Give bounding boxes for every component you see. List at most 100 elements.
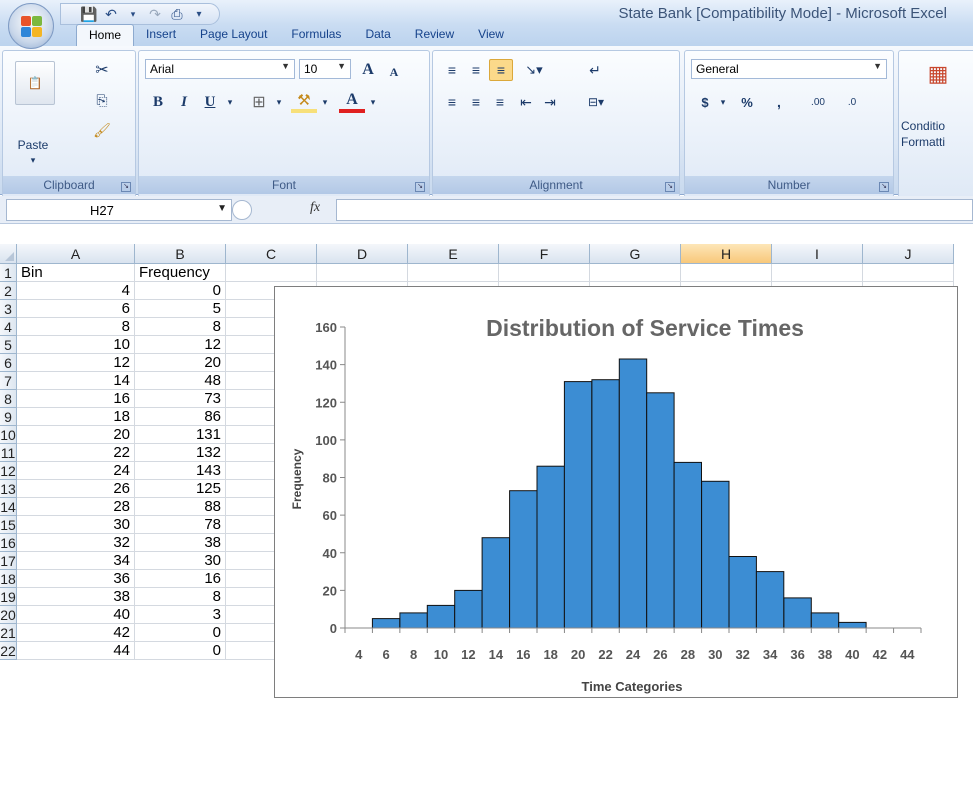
tab-review[interactable]: Review [403,24,466,46]
redo-icon[interactable]: ↷ [147,6,163,22]
tab-data[interactable]: Data [353,24,402,46]
cell-a15[interactable]: 30 [17,516,135,534]
align-center-icon[interactable]: ≡ [465,91,487,113]
column-header-j[interactable]: J [863,244,954,264]
underline-button[interactable]: U [199,91,221,113]
cell-b21[interactable]: 0 [135,624,226,642]
cell-b4[interactable]: 8 [135,318,226,336]
merge-center-icon[interactable]: ⊟▾ [581,91,611,113]
insert-function-icon[interactable]: fx [310,200,320,216]
cell-b14[interactable]: 88 [135,498,226,516]
cell-a13[interactable]: 26 [17,480,135,498]
align-bottom-icon[interactable]: ≡ [489,59,513,81]
row-header[interactable]: 10 [0,426,17,444]
tab-formulas[interactable]: Formulas [279,24,353,46]
borders-icon[interactable]: ⊞ [247,91,271,113]
cell-b11[interactable]: 132 [135,444,226,462]
cell-a1[interactable]: Bin [17,264,135,282]
cell-d1[interactable] [317,264,408,282]
cell-b20[interactable]: 3 [135,606,226,624]
decrease-indent-icon[interactable]: ⇤ [515,91,537,113]
decrease-decimal-button[interactable]: .0 [837,91,867,113]
cell-b3[interactable]: 5 [135,300,226,318]
tab-page-layout[interactable]: Page Layout [188,24,279,46]
cell-e1[interactable] [408,264,499,282]
cell-b7[interactable]: 48 [135,372,226,390]
save-icon[interactable]: 💾 [80,6,97,22]
cell-g1[interactable] [590,264,681,282]
grow-font-button[interactable]: A [357,59,379,81]
row-header[interactable]: 21 [0,624,17,642]
tab-insert[interactable]: Insert [134,24,188,46]
cell-b10[interactable]: 131 [135,426,226,444]
row-header[interactable]: 12 [0,462,17,480]
cut-icon[interactable]: ✂ [91,59,113,81]
row-header[interactable]: 4 [0,318,17,336]
align-top-icon[interactable]: ≡ [441,59,463,81]
cell-f1[interactable] [499,264,590,282]
fill-color-dropdown-icon[interactable]: ▾ [319,91,331,113]
orientation-icon[interactable]: ↘▾ [519,59,549,81]
currency-dropdown-icon[interactable]: ▾ [717,91,729,113]
cell-a19[interactable]: 38 [17,588,135,606]
align-right-icon[interactable]: ≡ [489,91,511,113]
align-left-icon[interactable]: ≡ [441,91,463,113]
cell-a10[interactable]: 20 [17,426,135,444]
cell-b2[interactable]: 0 [135,282,226,300]
row-header[interactable]: 1 [0,264,17,282]
row-header[interactable]: 8 [0,390,17,408]
cell-b12[interactable]: 143 [135,462,226,480]
cell-b9[interactable]: 86 [135,408,226,426]
alignment-launcher-icon[interactable]: ↘ [665,182,675,192]
cell-b17[interactable]: 30 [135,552,226,570]
column-header-e[interactable]: E [408,244,499,264]
row-header[interactable]: 6 [0,354,17,372]
row-header[interactable]: 18 [0,570,17,588]
undo-dropdown-icon[interactable]: ▾ [125,6,141,22]
row-header[interactable]: 20 [0,606,17,624]
font-launcher-icon[interactable]: ↘ [415,182,425,192]
cell-b18[interactable]: 16 [135,570,226,588]
underline-dropdown-icon[interactable]: ▾ [223,91,237,113]
cell-b1[interactable]: Frequency [135,264,226,282]
column-header-g[interactable]: G [590,244,681,264]
font-color-dropdown-icon[interactable]: ▾ [367,91,379,113]
increase-decimal-button[interactable]: .00 [803,91,833,113]
percent-button[interactable]: % [735,91,759,113]
row-header[interactable]: 11 [0,444,17,462]
row-header[interactable]: 16 [0,534,17,552]
cell-b15[interactable]: 78 [135,516,226,534]
format-painter-icon[interactable]: 🖌 [91,119,113,141]
row-header[interactable]: 2 [0,282,17,300]
cell-b19[interactable]: 8 [135,588,226,606]
conditional-formatting-icon[interactable]: ▦ [921,57,955,91]
cell-a3[interactable]: 6 [17,300,135,318]
row-header[interactable]: 13 [0,480,17,498]
row-header[interactable]: 14 [0,498,17,516]
clipboard-launcher-icon[interactable]: ↘ [121,182,131,192]
cell-a17[interactable]: 34 [17,552,135,570]
cell-a20[interactable]: 40 [17,606,135,624]
row-header[interactable]: 7 [0,372,17,390]
cell-b16[interactable]: 38 [135,534,226,552]
cell-i1[interactable] [772,264,863,282]
cell-c1[interactable] [226,264,317,282]
tab-view[interactable]: View [466,24,516,46]
undo-icon[interactable]: ↶ [103,6,119,22]
cell-a22[interactable]: 44 [17,642,135,660]
align-middle-icon[interactable]: ≡ [465,59,487,81]
paste-button[interactable]: Paste [13,137,53,153]
cell-b6[interactable]: 20 [135,354,226,372]
bold-button[interactable]: B [147,91,169,113]
cell-a14[interactable]: 28 [17,498,135,516]
cell-a7[interactable]: 14 [17,372,135,390]
column-header-i[interactable]: I [772,244,863,264]
wrap-text-icon[interactable]: ↵ [583,59,607,81]
office-button[interactable] [8,3,54,49]
cell-a8[interactable]: 16 [17,390,135,408]
cell-a2[interactable]: 4 [17,282,135,300]
font-name-select[interactable]: Arial ▼ [145,59,295,79]
fill-color-icon[interactable]: ⚒ [291,91,317,113]
row-header[interactable]: 15 [0,516,17,534]
font-color-button[interactable]: A [339,91,365,113]
